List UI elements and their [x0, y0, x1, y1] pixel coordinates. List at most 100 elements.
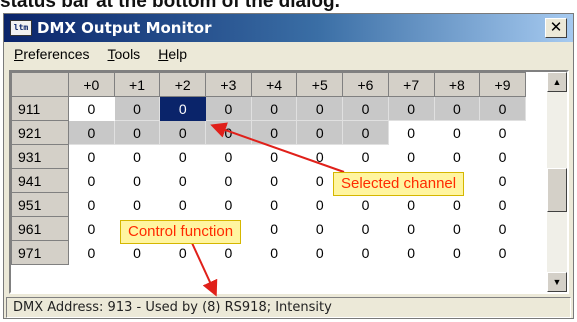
channel-grid: +0 +1 +2 +3 +4 +5 +6 +7 +8 +9 911 0 0 0 0 0 0 0 0 0 0 921 0 0 0…	[9, 70, 569, 294]
column-header-row: +0 +1 +2 +3 +4 +5 +6 +7 +8 +9	[11, 72, 526, 97]
channel-cell[interactable]: 0	[205, 168, 252, 193]
close-button[interactable]: ✕	[545, 18, 567, 38]
status-bar: DMX Address: 913 - Used by (8) RS918; In…	[6, 297, 571, 318]
column-header: +5	[296, 72, 344, 97]
table-row: 9610000000000	[11, 216, 526, 241]
scroll-thumb[interactable]	[547, 168, 567, 212]
channel-cell[interactable]: 0	[479, 240, 526, 265]
channel-cell[interactable]: 0	[113, 240, 161, 265]
channel-cell[interactable]: 0	[250, 144, 298, 169]
channel-cell[interactable]: 0	[159, 144, 207, 169]
channel-cell[interactable]: 0	[296, 216, 344, 241]
menu-help[interactable]: Help	[158, 44, 187, 64]
channel-cell[interactable]: 0	[296, 240, 344, 265]
row-address: 941	[11, 168, 69, 193]
column-header: +2	[159, 72, 207, 97]
channel-cell[interactable]: 0	[296, 144, 344, 169]
channel-cell[interactable]: 0	[250, 120, 298, 145]
channel-cell[interactable]: 0	[159, 120, 207, 145]
channel-cell[interactable]: 0	[159, 240, 207, 265]
column-header: +6	[342, 72, 389, 97]
channel-cell[interactable]: 0	[387, 216, 435, 241]
channel-cell[interactable]: 0	[342, 144, 389, 169]
channel-cell[interactable]: 0	[479, 216, 526, 241]
scroll-up-button[interactable]: ▲	[547, 72, 567, 92]
channel-cell[interactable]: 0	[433, 240, 481, 265]
channel-cell[interactable]: 0	[250, 240, 298, 265]
menu-preferences[interactable]: Preferences	[14, 44, 90, 64]
row-address: 921	[11, 120, 69, 145]
channel-table: +0 +1 +2 +3 +4 +5 +6 +7 +8 +9 911 0 0 0 0 0 0 0 0 0 0 921 0 0 0…	[11, 72, 526, 265]
channel-cell[interactable]: 0	[68, 168, 115, 193]
channel-cell[interactable]: 0	[250, 192, 298, 217]
channel-cell[interactable]: 0	[205, 96, 252, 121]
channel-cell[interactable]: 0	[479, 144, 526, 169]
channel-cell[interactable]: 0	[113, 120, 161, 145]
channel-cell[interactable]: 0	[113, 96, 161, 121]
grid-corner	[11, 72, 69, 97]
caption-text: status bar at the bottom of the dialog.	[0, 0, 340, 12]
channel-cell[interactable]: 0	[113, 192, 161, 217]
menu-tools[interactable]: Tools	[108, 44, 141, 64]
channel-cell[interactable]: 0	[296, 120, 344, 145]
channel-cell[interactable]: 0	[250, 168, 298, 193]
channel-cell[interactable]: 0	[296, 192, 344, 217]
column-header: +8	[433, 72, 481, 97]
channel-cell[interactable]: 0	[250, 96, 298, 121]
channel-cell[interactable]: 0	[342, 96, 389, 121]
table-row: 921 0 0 0 0 0 0 0 0 0 0	[11, 120, 526, 145]
vertical-scrollbar[interactable]: ▲ ▼	[547, 72, 567, 292]
channel-cell[interactable]: 0	[479, 120, 526, 145]
channel-cell[interactable]: 0	[342, 120, 389, 145]
channel-cell[interactable]: 0	[113, 144, 161, 169]
close-icon: ✕	[549, 18, 563, 36]
column-header: +9	[479, 72, 526, 97]
channel-cell[interactable]: 0	[479, 192, 526, 217]
channel-cell[interactable]: 0	[159, 168, 207, 193]
column-header: +4	[250, 72, 298, 97]
app-icon: ltm	[10, 20, 32, 36]
scroll-down-button[interactable]: ▼	[547, 272, 567, 292]
channel-cell[interactable]: 0	[433, 144, 481, 169]
channel-cell[interactable]: 0	[433, 216, 481, 241]
arrow-up-icon: ▲	[552, 77, 562, 87]
channel-cell[interactable]: 0	[387, 192, 435, 217]
channel-cell[interactable]: 0	[68, 240, 115, 265]
table-row: 911 0 0 0 0 0 0 0 0 0 0	[11, 96, 526, 121]
channel-cell[interactable]: 0	[205, 144, 252, 169]
channel-cell[interactable]: 0	[479, 168, 526, 193]
row-address: 971	[11, 240, 69, 265]
channel-cell[interactable]: 0	[479, 96, 526, 121]
channel-cell[interactable]: 0	[68, 120, 115, 145]
channel-cell[interactable]: 0	[342, 192, 389, 217]
channel-cell[interactable]: 0	[433, 96, 481, 121]
channel-cell[interactable]: 0	[433, 192, 481, 217]
channel-cell[interactable]: 0	[113, 168, 161, 193]
channel-cell[interactable]: 0	[205, 120, 252, 145]
channel-cell[interactable]: 0	[296, 96, 344, 121]
channel-cell[interactable]: 0	[68, 192, 115, 217]
channel-cell[interactable]: 0	[68, 216, 115, 241]
channel-cell[interactable]: 0	[159, 192, 207, 217]
row-address: 961	[11, 216, 69, 241]
channel-cell[interactable]: 0	[387, 144, 435, 169]
channel-cell[interactable]: 0	[250, 216, 298, 241]
column-header: +3	[205, 72, 252, 97]
channel-cell[interactable]: 0	[205, 240, 252, 265]
channel-cell[interactable]: 0	[387, 120, 435, 145]
menu-bar: Preferences Tools Help	[4, 42, 573, 66]
column-header: +0	[68, 72, 115, 97]
channel-cell[interactable]: 0	[205, 192, 252, 217]
selected-channel-cell[interactable]: 0	[159, 96, 207, 121]
title-bar[interactable]: ltm DMX Output Monitor ✕	[4, 14, 573, 42]
channel-cell[interactable]: 0	[68, 96, 115, 121]
channel-cell[interactable]: 0	[68, 144, 115, 169]
channel-cell[interactable]: 0	[342, 216, 389, 241]
row-address: 931	[11, 144, 69, 169]
channel-cell[interactable]: 0	[433, 120, 481, 145]
channel-cell[interactable]: 0	[342, 240, 389, 265]
window-title: DMX Output Monitor	[37, 19, 212, 37]
column-header: +7	[387, 72, 435, 97]
channel-cell[interactable]: 0	[387, 96, 435, 121]
channel-cell[interactable]: 0	[387, 240, 435, 265]
